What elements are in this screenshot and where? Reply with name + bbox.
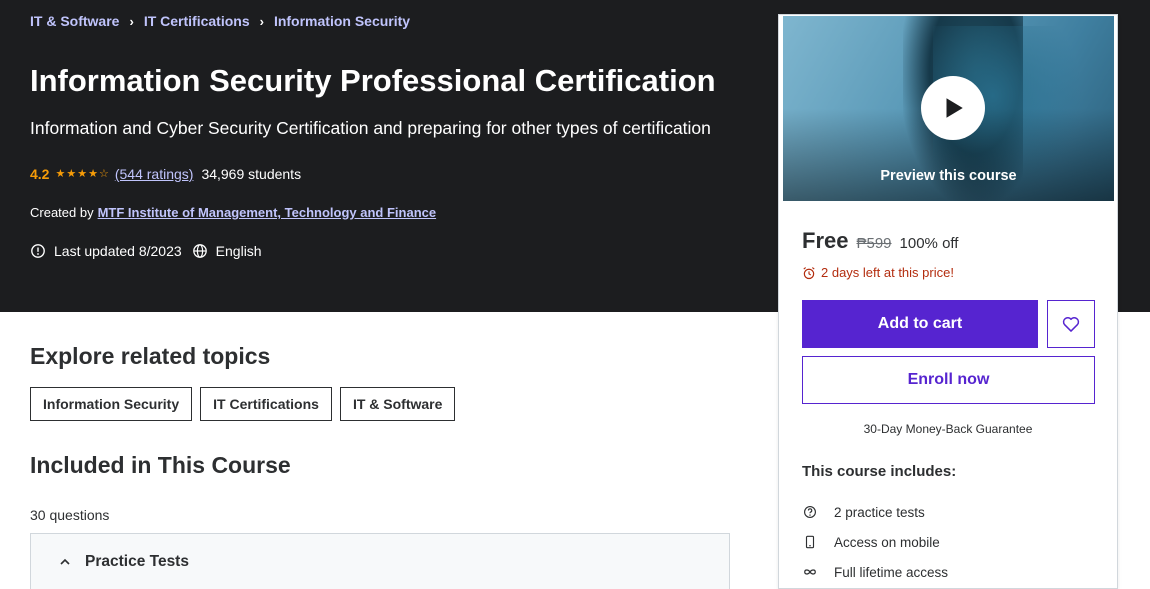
star-empty-icon: ☆ (98, 168, 109, 180)
star-rating: ★ ★ ★ ★ ☆ (55, 167, 108, 181)
list-item: Access on mobile (802, 527, 948, 557)
rating-value: 4.2 (30, 166, 50, 182)
related-topics-heading: Explore related topics (30, 343, 271, 369)
star-filled-icon: ★ (77, 168, 88, 180)
money-back-guarantee: 30-Day Money-Back Guarantee (863, 422, 1033, 436)
discount-percent: 100% off (899, 235, 959, 252)
language: English (192, 243, 262, 259)
chevron-right-icon: › (129, 13, 134, 29)
list-item: 2 practice tests (802, 497, 948, 527)
breadcrumb: IT & Software › IT Certifications › Info… (30, 13, 410, 29)
add-to-cart-button[interactable]: Add to cart (802, 300, 1038, 348)
related-topics: Information Security IT Certifications I… (30, 387, 456, 421)
breadcrumb-item-information-security[interactable]: Information Security (274, 13, 410, 29)
language-text: English (215, 243, 262, 259)
price-timer: 2 days left at this price! (802, 265, 954, 280)
last-updated-text: Last updated 8/2023 (54, 243, 182, 259)
chevron-right-icon: › (259, 13, 264, 29)
breadcrumb-item-it-software[interactable]: IT & Software (30, 13, 119, 29)
purchase-card: Preview this course Free ₱599 100% off 2… (778, 14, 1118, 589)
created-by-label: Created by (30, 205, 94, 220)
included-heading: Included in This Course (30, 452, 291, 478)
includes-list: 2 practice tests Access on mobile Full l… (802, 497, 948, 587)
questions-count: 30 questions (30, 507, 110, 523)
rating-row: 4.2 ★ ★ ★ ★ ☆ (544 ratings) 34,969 stude… (30, 166, 301, 182)
topic-it-certifications[interactable]: IT Certifications (200, 387, 332, 421)
ratings-link[interactable]: (544 ratings) (115, 166, 194, 182)
play-icon (946, 98, 963, 118)
original-price: ₱599 (856, 235, 892, 252)
last-updated: Last updated 8/2023 (30, 243, 182, 259)
breadcrumb-item-it-certifications[interactable]: IT Certifications (144, 13, 250, 29)
star-filled-icon: ★ (66, 168, 77, 180)
preview-label: Preview this course (880, 168, 1017, 184)
include-label: Full lifetime access (834, 564, 949, 580)
price-row: Free ₱599 100% off (802, 228, 958, 254)
topic-information-security[interactable]: Information Security (30, 387, 193, 421)
star-filled-icon: ★ (55, 168, 66, 180)
heart-icon (1062, 317, 1080, 332)
question-circle-icon (802, 504, 818, 520)
course-title: Information Security Professional Certif… (30, 63, 716, 98)
include-label: Access on mobile (834, 534, 940, 550)
course-preview[interactable]: Preview this course (783, 16, 1114, 201)
students-count: 34,969 students (201, 166, 302, 182)
includes-heading: This course includes: (802, 463, 957, 480)
current-price: Free (802, 228, 849, 253)
created-by: Created by MTF Institute of Management, … (30, 205, 436, 220)
practice-tests-section[interactable]: Practice Tests (30, 533, 730, 589)
play-button[interactable] (921, 76, 985, 140)
wishlist-button[interactable] (1047, 300, 1095, 348)
mobile-icon (802, 534, 818, 550)
star-filled-icon: ★ (88, 168, 98, 180)
chevron-up-icon (59, 556, 71, 568)
topic-it-software[interactable]: IT & Software (339, 387, 456, 421)
alarm-clock-icon (803, 266, 815, 279)
globe-icon (192, 244, 207, 258)
timer-text: 2 days left at this price! (821, 265, 954, 280)
course-subtitle: Information and Cyber Security Certifica… (30, 118, 711, 138)
list-item: Full lifetime access (802, 557, 948, 587)
alert-badge-icon (31, 244, 45, 258)
course-meta: Last updated 8/2023 English (30, 243, 272, 259)
enroll-now-button[interactable]: Enroll now (802, 356, 1095, 404)
section-label: Practice Tests (85, 552, 189, 570)
include-label: 2 practice tests (834, 504, 925, 520)
infinity-icon (802, 564, 818, 580)
instructor-link[interactable]: MTF Institute of Management, Technology … (98, 205, 437, 220)
